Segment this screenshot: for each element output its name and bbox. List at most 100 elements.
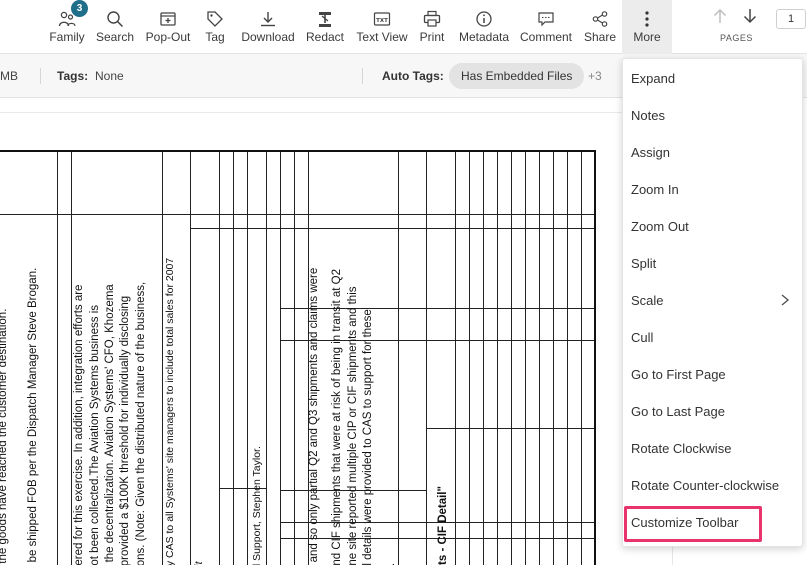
tag-icon (200, 0, 230, 30)
metadata-label: Metadata (458, 30, 510, 44)
arrow-down-icon[interactable] (742, 8, 758, 29)
doc-text-line: not been collected.The Aviation Systems … (89, 305, 101, 565)
auto-tag-chip[interactable]: Has Embedded Files (449, 63, 585, 89)
document-viewer: 3 Family Search Pop-Out Tag Download Red… (0, 0, 807, 565)
family-label: Family (49, 30, 85, 44)
doc-text-line: al details were provided to CAS to suppo… (362, 309, 374, 565)
comment-label: Comment (519, 30, 572, 44)
menu-item-zoom-in[interactable]: Zoom In (623, 171, 804, 208)
menu-item-zoom-out[interactable]: Zoom Out (623, 208, 804, 245)
doc-text-line: 7 and so only partial Q2 and Q3 shipment… (308, 267, 320, 565)
share-icon (585, 0, 615, 30)
menu-item-scale[interactable]: Scale (623, 282, 804, 319)
page-number-input[interactable]: 1 (776, 9, 806, 29)
download-icon (253, 0, 283, 30)
doc-text-line: o the decentralization. Aviation Systems… (104, 284, 116, 565)
text-view-label: Text View (356, 30, 408, 44)
table-line (190, 228, 594, 229)
menu-item-go-to-last-page[interactable]: Go to Last Page (623, 393, 804, 430)
info-icon (469, 0, 499, 30)
menu-item-label: Rotate Clockwise (631, 441, 732, 456)
search-label: Search (95, 30, 135, 44)
family-button[interactable]: 3 Family (46, 0, 88, 54)
pages-label: PAGES (720, 33, 753, 43)
popout-button[interactable]: Pop-Out (144, 0, 192, 54)
more-vertical-icon (632, 0, 662, 30)
family-icon: 3 (52, 0, 88, 30)
menu-item-cull[interactable]: Cull (623, 319, 804, 356)
file-size-fragment: MB (0, 69, 18, 83)
print-button[interactable]: Print (416, 0, 448, 54)
search-button[interactable]: Search (94, 0, 136, 54)
text-view-icon: TXT (367, 0, 397, 30)
menu-item-notes[interactable]: Notes (623, 97, 804, 134)
search-icon (100, 0, 130, 30)
doc-text-line: sit (192, 562, 207, 565)
highlight-annotation (624, 506, 762, 542)
menu-item-label: Expand (631, 71, 676, 86)
tag-button[interactable]: Tag (200, 0, 230, 54)
more-label: More (633, 30, 661, 44)
doc-text-line: by CAS to all Systems' site managers to … (164, 257, 176, 565)
download-button[interactable]: Download (240, 0, 296, 54)
more-menu: Expand Notes Assign Zoom In Zoom Out Spl… (622, 58, 803, 547)
chevron-right-icon (780, 294, 790, 309)
tag-label: Tag (205, 30, 225, 44)
print-icon (417, 0, 447, 30)
print-label: Print (419, 30, 445, 44)
menu-item-label: Split (631, 256, 657, 271)
menu-item-label: Zoom Out (631, 219, 689, 234)
menu-item-go-to-first-page[interactable]: Go to First Page (623, 356, 804, 393)
doc-text-line: and CIF shipments that were at risk of b… (331, 269, 343, 565)
meta-separator (40, 68, 41, 84)
menu-item-label: Assign (631, 145, 671, 160)
table-line (0, 214, 594, 215)
redact-icon (310, 0, 340, 30)
download-label: Download (241, 30, 295, 44)
doc-text-line: il the goods have reached the customer d… (0, 308, 9, 565)
page-divider (0, 112, 622, 113)
text-view-button[interactable]: TXT Text View (354, 0, 410, 54)
menu-item-label: Zoom In (631, 182, 679, 197)
toolbar: 3 Family Search Pop-Out Tag Download Red… (0, 0, 807, 54)
svg-text:TXT: TXT (376, 18, 388, 24)
doc-text-line: tions. (Note: Given the distributed natu… (135, 281, 147, 565)
popout-label: Pop-Out (145, 30, 191, 44)
menu-item-split[interactable]: Split (623, 245, 804, 282)
menu-item-label: Go to Last Page (631, 404, 725, 419)
redact-button[interactable]: Redact (304, 0, 346, 54)
menu-item-expand[interactable]: Expand (623, 60, 804, 97)
menu-item-rotate-counter-clockwise[interactable]: Rotate Counter-clockwise (623, 467, 804, 504)
menu-item-assign[interactable]: Assign (623, 134, 804, 171)
doc-text-line: al Support, Stephen Taylor. (251, 446, 263, 565)
doc-section-title: nts - CIF Detail" (437, 486, 449, 565)
share-label: Share (583, 30, 617, 44)
tags-label: Tags: (57, 69, 89, 83)
menu-item-label: Go to First Page (631, 367, 726, 382)
table-line (398, 340, 594, 341)
doc-text-line: o be shipped FOB per the Dispatch Manage… (27, 267, 39, 565)
share-button[interactable]: Share (582, 0, 618, 54)
arrow-up-icon[interactable] (712, 8, 728, 29)
family-count-badge: 3 (71, 0, 88, 17)
menu-item-label: Cull (631, 330, 654, 345)
comment-button[interactable]: Comment (518, 0, 574, 54)
table-line (426, 428, 594, 429)
menu-item-label: Notes (631, 108, 665, 123)
metadata-button[interactable]: Metadata (456, 0, 512, 54)
doc-text-line: dered for this exercise. In addition, in… (73, 284, 85, 565)
menu-item-rotate-clockwise[interactable]: Rotate Clockwise (623, 430, 804, 467)
auto-tags-more[interactable]: +3 (588, 69, 602, 83)
doc-text-line: one site reported multiple CIP or CIF sh… (347, 286, 359, 565)
tags-value: None (95, 69, 124, 83)
table-line (398, 308, 594, 309)
popout-icon (153, 0, 183, 30)
meta-separator (362, 68, 363, 84)
menu-item-label: Scale (631, 293, 664, 308)
pages-navigator: PAGES (704, 0, 764, 54)
comment-icon (531, 0, 561, 30)
doc-text-line: l provided a $100K threshold for individ… (119, 295, 131, 565)
document-page: il the goods have reached the customer d… (0, 150, 596, 565)
more-button[interactable]: More (622, 0, 672, 54)
auto-tags-label: Auto Tags: (382, 69, 444, 83)
